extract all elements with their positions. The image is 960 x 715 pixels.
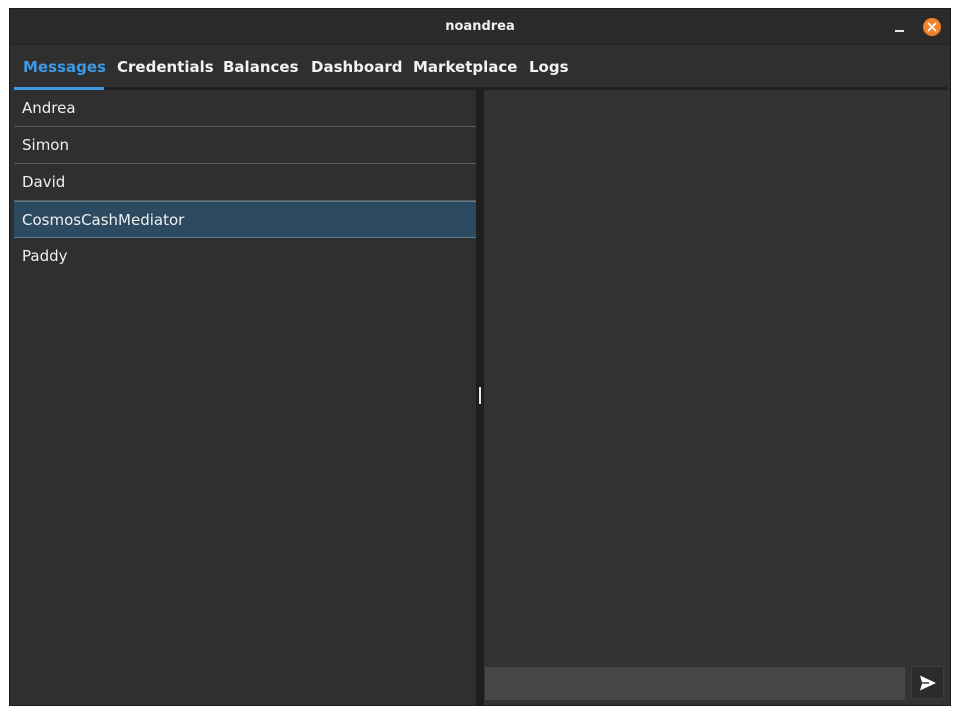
app-window: noandrea Messages Credentials Balances D… <box>9 8 951 706</box>
pane-splitter[interactable] <box>476 90 484 705</box>
contact-item-paddy[interactable]: Paddy <box>14 238 476 275</box>
contact-item-cosmoscashmediator[interactable]: CosmosCashMediator <box>14 201 476 238</box>
minimize-icon <box>895 30 904 32</box>
contact-item-simon[interactable]: Simon <box>14 127 476 164</box>
close-button[interactable] <box>923 18 941 36</box>
splitter-grip[interactable] <box>479 387 481 404</box>
tab-marketplace[interactable]: Marketplace <box>413 45 517 90</box>
tab-credentials[interactable]: Credentials <box>117 45 214 90</box>
window-title: noandrea <box>445 19 515 34</box>
tab-messages[interactable]: Messages <box>23 45 106 90</box>
contact-item-andrea[interactable]: Andrea <box>14 90 476 127</box>
send-button[interactable] <box>911 666 944 699</box>
chat-panel <box>484 90 950 705</box>
send-icon <box>920 675 936 691</box>
tab-bar: Messages Credentials Balances Dashboard … <box>14 45 947 90</box>
tab-dashboard[interactable]: Dashboard <box>311 45 402 90</box>
message-input[interactable] <box>485 667 905 700</box>
close-icon <box>927 22 937 32</box>
minimize-button[interactable] <box>890 17 908 35</box>
title-bar[interactable]: noandrea <box>10 9 950 45</box>
tab-balances[interactable]: Balances <box>223 45 299 90</box>
contact-list: Andrea Simon David CosmosCashMediator Pa… <box>14 90 476 705</box>
contact-item-david[interactable]: David <box>14 164 476 201</box>
tab-logs[interactable]: Logs <box>529 45 569 90</box>
